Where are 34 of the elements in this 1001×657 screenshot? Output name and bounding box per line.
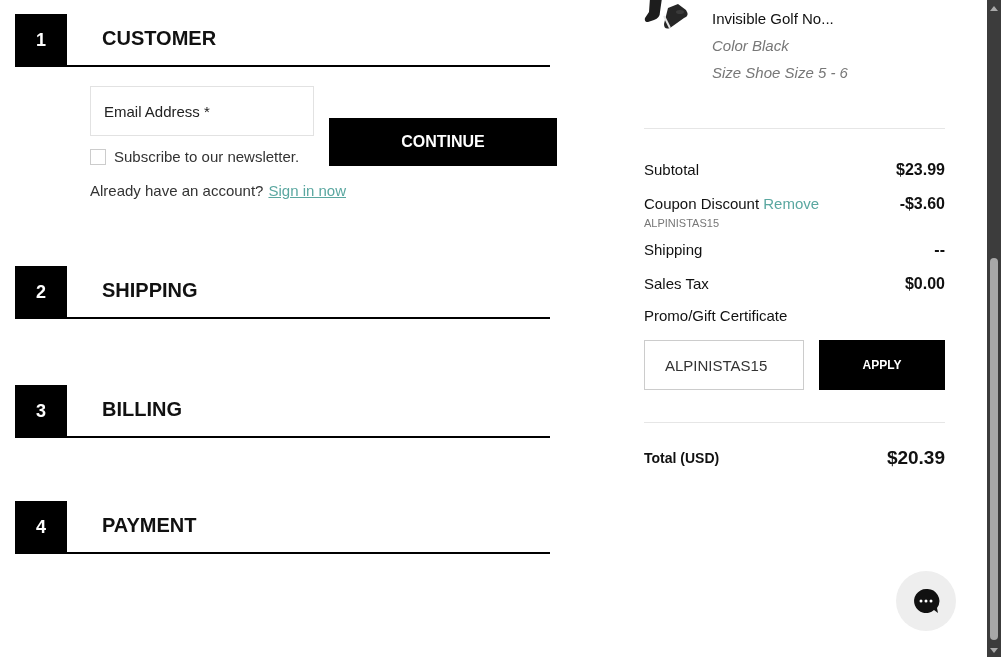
newsletter-label: Subscribe to our newsletter. [114, 148, 300, 165]
section-header: CUSTOMER [67, 14, 550, 67]
continue-button[interactable]: CONTINUE [329, 118, 557, 166]
total-value: $20.39 [886, 447, 945, 469]
product-option: Size Shoe Size 5 - 6 [712, 64, 848, 81]
step-number: 3 [15, 385, 67, 438]
summary-label: Subtotal [644, 161, 700, 178]
section-header: PAYMENT [67, 501, 550, 554]
chat-icon [912, 587, 940, 615]
newsletter-checkbox[interactable] [90, 148, 106, 165]
promo-field[interactable]: ALPINISTAS15 [644, 340, 804, 390]
product-name: Invisible Golf No... [712, 10, 835, 27]
coupon-code: ALPINISTAS15 [644, 217, 720, 229]
summary-value: $23.99 [896, 161, 945, 179]
scrollbar[interactable] [987, 0, 1001, 657]
summary-value: $0.00 [904, 275, 945, 293]
summary-label: Shipping [644, 241, 703, 258]
summary-label: Coupon Discount [644, 195, 760, 212]
scroll-up-icon[interactable] [990, 6, 998, 11]
total-label: Total (USD) [644, 450, 720, 466]
product-option: Color Black [712, 37, 848, 54]
summary-value: -$3.60 [899, 195, 945, 214]
scroll-down-icon[interactable] [990, 648, 998, 653]
step-number: 4 [15, 501, 67, 554]
summary-label: Sales Tax [644, 275, 709, 292]
step-number: 1 [15, 14, 67, 67]
email-field[interactable]: Email Address * [90, 86, 314, 136]
account-prompt: Already have an account? [90, 182, 264, 199]
section-header: SHIPPING [67, 266, 550, 319]
section-header: BILLING [67, 385, 550, 438]
promo-label: Promo/Gift Certificate [644, 307, 789, 324]
step-number: 2 [15, 266, 67, 319]
apply-button[interactable]: APPLY [819, 340, 945, 390]
summary-value: -- [934, 241, 945, 259]
